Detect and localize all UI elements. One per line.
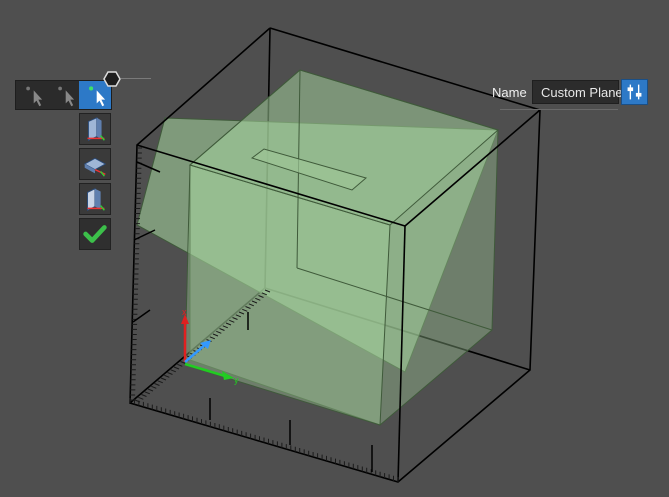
handle-connector bbox=[121, 78, 151, 79]
select-point-icon bbox=[26, 86, 43, 107]
checkmark-icon bbox=[83, 225, 107, 243]
name-label: Name bbox=[492, 85, 527, 100]
offset-plane-button[interactable] bbox=[79, 183, 111, 215]
vertical-plane-icon bbox=[87, 117, 105, 141]
select-edge-mode-button[interactable] bbox=[48, 81, 80, 109]
plane-name-input[interactable]: Custom Plane bbox=[532, 80, 623, 104]
name-panel-divider bbox=[500, 109, 618, 110]
x-axis-label: x bbox=[182, 307, 187, 317]
confirm-button[interactable] bbox=[79, 218, 111, 250]
horizontal-plane-button[interactable] bbox=[79, 148, 111, 180]
y-axis-label: y bbox=[234, 375, 239, 385]
plane-settings-button[interactable] bbox=[621, 79, 648, 105]
sliders-icon bbox=[627, 84, 642, 100]
vertical-plane-button[interactable] bbox=[79, 113, 111, 145]
offset-plane-icon bbox=[87, 187, 105, 212]
selection-mode-bar bbox=[15, 80, 112, 110]
select-point-mode-button[interactable] bbox=[16, 81, 48, 109]
toolbar-drag-handle-icon[interactable] bbox=[103, 70, 121, 88]
select-edge-icon bbox=[57, 86, 74, 107]
horizontal-plane-icon bbox=[83, 157, 107, 177]
